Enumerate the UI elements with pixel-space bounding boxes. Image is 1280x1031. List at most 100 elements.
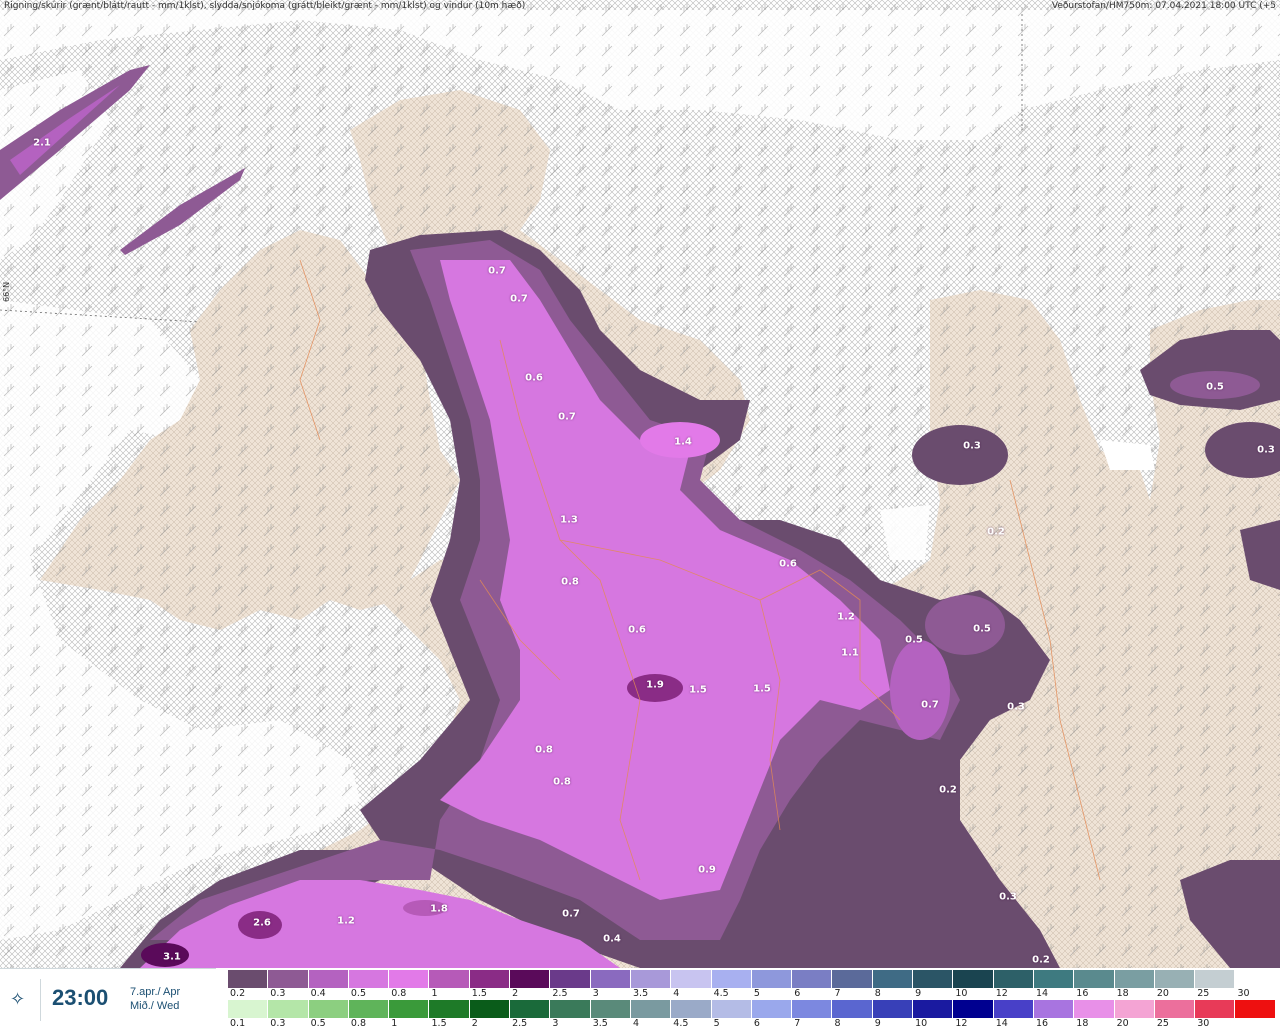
legend-swatch (1235, 1000, 1276, 1018)
legend-label: 1 (391, 1018, 398, 1029)
legend-label: 12 (995, 988, 1008, 999)
precip-value-label: 1.1 (841, 647, 859, 659)
legend-row-snow (228, 970, 1276, 988)
legend-swatch (751, 1000, 793, 1018)
legend-swatch (913, 970, 954, 988)
precip-value-label: 0.7 (488, 265, 506, 277)
legend-swatch (1074, 970, 1115, 988)
legend-label: 30 (1197, 1018, 1210, 1029)
legend-label: 14 (995, 1018, 1008, 1029)
precip-value-label: 0.6 (525, 372, 543, 384)
color-legend: 0.2 0.3 0.4 0.5 0.8 1 1.5 2 2.5 3 3.5 4 4.5 5 6 7 8 9 10 12… (228, 968, 1280, 1030)
precip-value-label: 0.5 (973, 623, 991, 635)
legend-swatch (1114, 1000, 1155, 1018)
legend-swatch (1235, 970, 1276, 988)
precip-blob (925, 595, 1005, 655)
legend-label: 6 (753, 1018, 760, 1029)
precip-value-label: 0.7 (558, 411, 576, 423)
legend-swatch (590, 1000, 631, 1018)
legend-label: 0.5 (310, 1018, 326, 1029)
legend-label: 9 (915, 988, 922, 999)
legend-swatch (268, 1000, 309, 1018)
precip-value-label: 1.2 (837, 611, 855, 623)
legend-swatch (1195, 970, 1236, 988)
date-line-1: 7.apr./ Apr (130, 986, 181, 998)
legend-label: 10 (915, 1018, 928, 1029)
legend-label: 1.5 (431, 1018, 447, 1029)
legend-swatch (550, 1000, 591, 1018)
legend-label: 0.3 (270, 1018, 286, 1029)
legend-swatch (389, 970, 430, 988)
legend-swatch (1195, 1000, 1236, 1018)
legend-swatch (550, 970, 591, 988)
legend-swatch (1033, 970, 1075, 988)
precip-value-label: 0.2 (1032, 954, 1050, 966)
precip-blob (890, 640, 950, 740)
legend-label: 25 (1197, 988, 1210, 999)
legend-label: 18 (1116, 988, 1129, 999)
legend-label: 3 (592, 988, 599, 999)
legend-swatch (469, 1000, 511, 1018)
legend-label: 0.2 (230, 988, 246, 999)
legend-label: 20 (1116, 1018, 1129, 1029)
precip-value-label: 3.1 (163, 951, 181, 963)
legend-swatch (510, 1000, 551, 1018)
legend-labels-rain: 0.1 0.3 0.5 0.8 1 1.5 2 2.5 3 3.5 4 4.5 5 6 7 8 9 10 12 14 1… (228, 1018, 1280, 1030)
legend-swatch (832, 1000, 873, 1018)
legend-label: 8 (874, 988, 881, 999)
legend-swatch (268, 970, 309, 988)
legend-label: 20 (1156, 988, 1169, 999)
legend-swatch (792, 1000, 833, 1018)
precip-value-label: 1.5 (753, 683, 771, 695)
precip-value-label: 1.5 (689, 684, 707, 696)
legend-swatch (630, 970, 672, 988)
precip-value-label: 0.8 (553, 776, 571, 788)
precip-value-label: 0.2 (939, 784, 957, 796)
precip-value-label: 0.3 (1257, 444, 1275, 456)
weather-map[interactable]: Rigning/skúrir (grænt/blátt/rautt - mm/1… (0, 0, 1280, 968)
legend-swatch (751, 970, 793, 988)
legend-swatch (913, 1000, 954, 1018)
precip-value-label: 0.6 (628, 624, 646, 636)
precip-value-label: 0.3 (963, 440, 981, 452)
legend-swatch (711, 970, 752, 988)
legend-swatch (1154, 1000, 1196, 1018)
legend-label: 2.5 (512, 1018, 528, 1029)
precip-value-label: 0.8 (561, 576, 579, 588)
model-run-label: Veðurstofan/HM750m: 07.04.2021 18:00 UTC… (1051, 1, 1276, 11)
legend-label: 4.5 (713, 988, 729, 999)
precip-value-label: 0.3 (999, 891, 1017, 903)
forecast-time: 23:00 (52, 985, 109, 1010)
legend-label: 0.3 (270, 988, 286, 999)
legend-label: 2 (471, 1018, 478, 1029)
legend-swatch (389, 1000, 430, 1018)
precip-value-label: 0.2 (987, 526, 1005, 538)
legend-swatch (1033, 1000, 1075, 1018)
legend-label: 0.5 (350, 988, 366, 999)
time-control[interactable]: ✧ 23:00 7.apr./ Apr Mið./ Wed (0, 968, 216, 1031)
legend-label: 14 (1036, 988, 1049, 999)
map-title: Rigning/skúrir (grænt/blátt/rautt - mm/1… (4, 1, 526, 11)
legend-label: 16 (1076, 988, 1089, 999)
legend-label: 4.5 (673, 1018, 689, 1029)
legend-swatch (872, 970, 914, 988)
legend-label: 6 (794, 988, 801, 999)
precip-value-label: 0.7 (510, 293, 528, 305)
legend-label: 5 (713, 1018, 720, 1029)
legend-swatch (711, 1000, 752, 1018)
legend-label: 18 (1076, 1018, 1089, 1029)
legend-label: 7 (794, 1018, 801, 1029)
precip-value-label: 0.5 (905, 634, 923, 646)
divider (40, 979, 41, 1021)
precip-value-label: 1.9 (646, 679, 664, 691)
legend-swatch (671, 1000, 712, 1018)
legend-label: 0.4 (310, 988, 326, 999)
legend-swatch (1074, 1000, 1115, 1018)
legend-swatch (872, 1000, 914, 1018)
legend-label: 10 (955, 988, 968, 999)
precip-value-label: 0.5 (1206, 381, 1224, 393)
legend-swatch (993, 970, 1034, 988)
animation-icon[interactable]: ✧ (10, 989, 25, 1010)
forecast-date: 7.apr./ Apr Mið./ Wed (130, 985, 180, 1013)
legend-swatch (308, 1000, 349, 1018)
